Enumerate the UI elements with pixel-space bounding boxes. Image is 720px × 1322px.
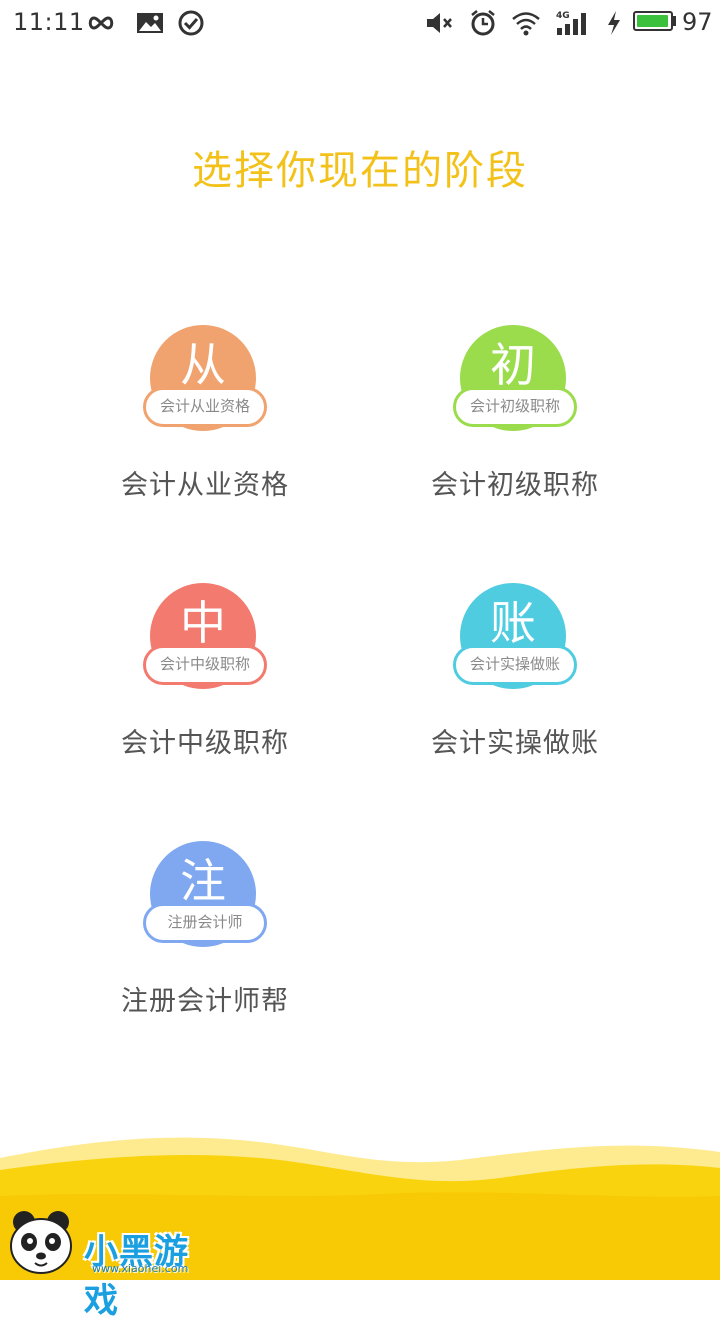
stage-badge: 初 会计初级职称 [453,325,577,431]
alarm-icon [471,10,495,36]
badge-pill: 会计初级职称 [453,387,577,427]
badge-char: 注 [180,854,226,908]
watermark-url: www.xiaohei.com [92,1262,189,1275]
badge-pill: 会计从业资格 [143,387,267,427]
charging-icon [608,11,620,35]
battery-level-fill [637,15,668,27]
panda-mascot-icon [10,1211,72,1274]
check-circle-icon [178,10,204,36]
battery-percent: 97 [682,8,713,36]
stage-label: 注册会计师帮 [121,986,289,1017]
battery-cap [673,16,676,26]
stage-label: 会计实操做账 [431,728,599,759]
stage-badge: 账 会计实操做账 [453,583,577,689]
mute-icon [427,13,452,33]
stage-option-practical-bookkeeping[interactable]: 账 会计实操做账 会计实操做账 [395,583,635,783]
badge-char: 初 [490,338,536,392]
stage-option-cpa[interactable]: 注 注册会计师 注册会计师帮 [85,841,325,1041]
infinity-icon [88,16,114,30]
badge-char: 账 [490,596,536,650]
badge-char: 从 [180,338,226,392]
status-time: 11:11 [13,8,85,36]
stage-option-intermediate-title[interactable]: 中 会计中级职称 会计中级职称 [85,583,325,783]
stage-badge: 中 会计中级职称 [143,583,267,689]
page-title: 选择你现在的阶段 [192,148,528,194]
svg-text:4G: 4G [556,11,570,21]
badge-pill: 注册会计师 [143,903,267,943]
badge-pill: 会计实操做账 [453,645,577,685]
image-icon [137,13,163,33]
stage-option-accounting-qualification[interactable]: 从 会计从业资格 会计从业资格 [85,325,325,525]
wifi-icon [512,12,540,36]
status-bar: 11:11 4G 97 [0,0,720,46]
signal-4g-icon: 4G [556,11,586,35]
badge-char: 中 [180,596,226,650]
stage-label: 会计中级职称 [121,728,289,759]
stage-label: 会计从业资格 [121,470,289,501]
battery-icon [633,11,673,31]
stage-label: 会计初级职称 [431,470,599,501]
watermark-logo: 小黑游戏 www.xiaohei.com [6,1210,196,1321]
stage-option-junior-title[interactable]: 初 会计初级职称 会计初级职称 [395,325,635,525]
badge-pill: 会计中级职称 [143,645,267,685]
stage-badge: 注 注册会计师 [143,841,267,947]
stage-badge: 从 会计从业资格 [143,325,267,431]
